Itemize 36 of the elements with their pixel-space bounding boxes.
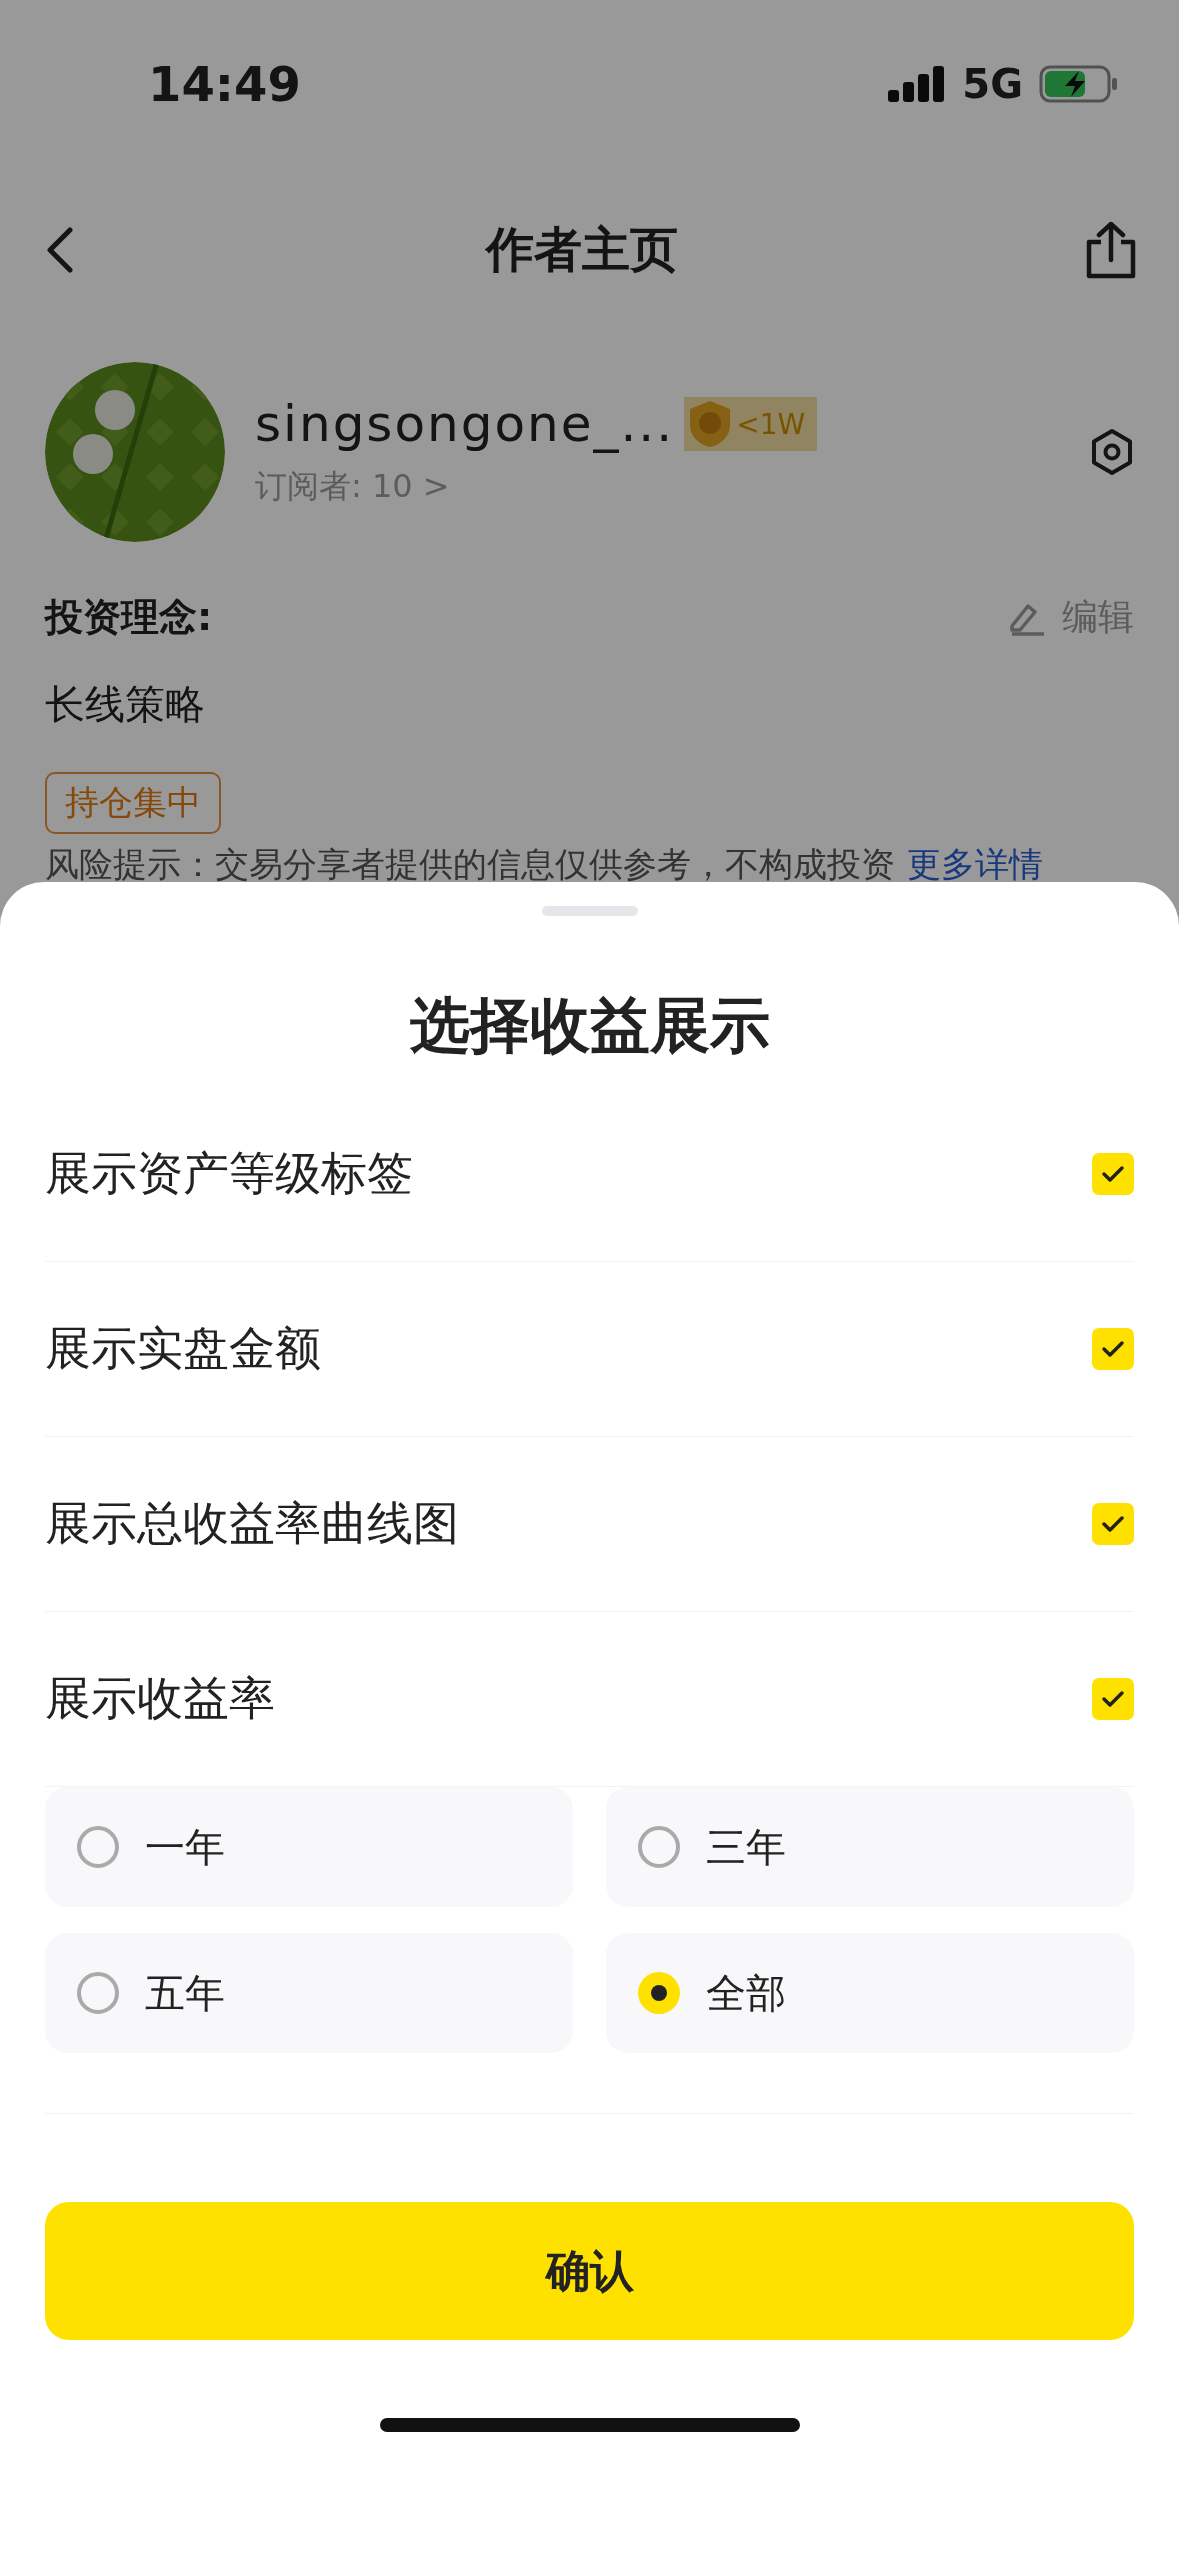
author-name: singsongone_... — [255, 395, 675, 453]
philosophy-text: 长线策略 — [44, 680, 206, 729]
checkmark-icon — [1101, 1514, 1125, 1534]
option-label: 展示资产等级标签 — [45, 1145, 413, 1202]
radio-button[interactable] — [638, 1826, 680, 1868]
section-label: 投资理念: — [45, 594, 213, 641]
shield-icon — [688, 399, 733, 449]
checkbox[interactable] — [1092, 1678, 1134, 1720]
period-option[interactable]: 五年 — [45, 1933, 573, 2053]
checkbox[interactable] — [1092, 1503, 1134, 1545]
settings-icon[interactable] — [1090, 428, 1134, 476]
drag-handle[interactable] — [541, 906, 638, 916]
checkmark-icon — [1101, 1164, 1125, 1184]
checkbox[interactable] — [1092, 1328, 1134, 1370]
checkmark-icon — [1101, 1689, 1125, 1709]
radio-button[interactable] — [638, 1972, 680, 2014]
sheet-title: 选择收益展示 — [408, 989, 771, 1062]
tag: 持仓集中 — [45, 772, 221, 834]
signal-icon — [888, 66, 947, 102]
period-option[interactable]: 三年 — [606, 1787, 1134, 1907]
level-badge: <1W — [684, 397, 818, 451]
option-label: 展示实盘金额 — [45, 1320, 321, 1377]
checkmark-icon — [1101, 1339, 1125, 1359]
option-label: 展示收益率 — [45, 1670, 275, 1727]
period-option[interactable]: 一年 — [45, 1787, 573, 1907]
checkbox[interactable] — [1092, 1153, 1134, 1195]
confirm-button[interactable]: 确认 — [45, 2202, 1134, 2340]
battery-icon — [1039, 65, 1119, 103]
radio-button[interactable] — [77, 1972, 119, 2014]
radio-button[interactable] — [77, 1826, 119, 1868]
period-option[interactable]: 全部 — [606, 1933, 1134, 2053]
page-title: 作者主页 — [485, 220, 678, 279]
option-label: 展示总收益率曲线图 — [45, 1495, 459, 1552]
more-link[interactable]: 更多详情 — [907, 844, 1043, 884]
status-time: 14:49 — [148, 55, 302, 112]
network-label: 5G — [962, 61, 1023, 107]
